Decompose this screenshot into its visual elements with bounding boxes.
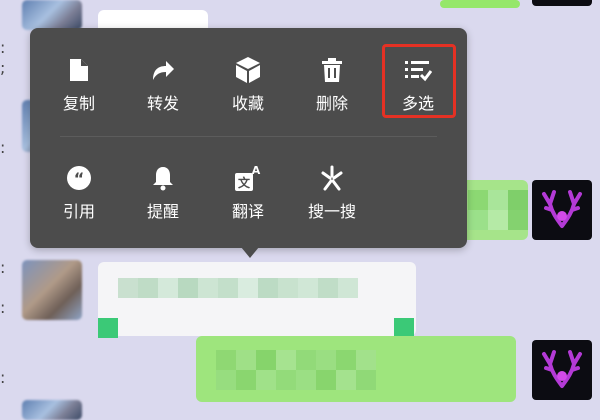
- menu-item-label: 转发: [146, 94, 179, 113]
- menu-item-remind[interactable]: 提醒: [120, 158, 206, 238]
- svg-text:“: “: [74, 169, 85, 188]
- search-icon: [316, 162, 348, 194]
- cutoff-text: :: [0, 258, 6, 277]
- menu-item-label: 引用: [62, 202, 95, 221]
- highlight-multi-select: [382, 44, 456, 118]
- contact-avatar[interactable]: [22, 400, 82, 420]
- copy-icon: [63, 54, 95, 86]
- own-avatar[interactable]: [532, 340, 592, 400]
- forward-icon: [147, 54, 179, 86]
- menu-item-delete[interactable]: 删除: [289, 50, 375, 130]
- menu-item-quote[interactable]: “ 引用: [36, 158, 122, 238]
- menu-item-label: 提醒: [146, 202, 179, 221]
- menu-item-translate[interactable]: 文A 翻译: [205, 158, 291, 238]
- menu-divider: [60, 136, 437, 137]
- menu-item-label: 收藏: [231, 94, 264, 113]
- menu-item-search[interactable]: 搜一搜: [289, 158, 375, 238]
- own-avatar[interactable]: [532, 180, 592, 240]
- menu-item-favorite[interactable]: 收藏: [205, 50, 291, 130]
- contact-avatar[interactable]: [22, 260, 82, 320]
- cutoff-text: :: [0, 138, 6, 157]
- translate-icon: 文A: [232, 162, 264, 194]
- delete-icon: [316, 54, 348, 86]
- menu-item-forward[interactable]: 转发: [120, 50, 206, 130]
- cutoff-text: :: [0, 298, 6, 317]
- cutoff-text: :: [0, 38, 6, 57]
- menu-item-copy[interactable]: 复制: [36, 50, 122, 130]
- quote-icon: “: [63, 162, 95, 194]
- cutoff-text: :: [0, 368, 6, 387]
- contact-avatar[interactable]: [22, 0, 82, 30]
- menu-pointer-arrow: [241, 247, 259, 258]
- message-bubble[interactable]: [196, 336, 516, 402]
- cutoff-text: ;: [0, 58, 6, 77]
- own-avatar[interactable]: [532, 0, 592, 6]
- svg-text:A: A: [252, 164, 261, 177]
- message-bubble[interactable]: [440, 0, 520, 8]
- menu-item-label: 复制: [62, 94, 95, 113]
- message-bubble[interactable]: [98, 262, 416, 338]
- menu-item-label: 搜一搜: [307, 202, 356, 221]
- favorite-icon: [232, 54, 264, 86]
- menu-item-label: 删除: [315, 94, 348, 113]
- menu-item-label: 翻译: [231, 202, 264, 221]
- svg-text:文: 文: [238, 175, 251, 190]
- remind-icon: [147, 162, 179, 194]
